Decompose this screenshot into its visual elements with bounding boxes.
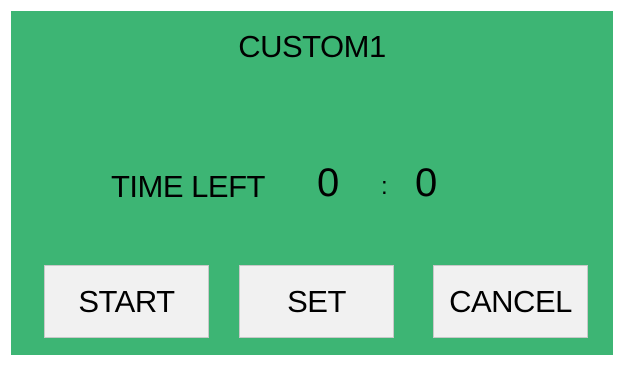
- timer-screen: CUSTOM1 TIME LEFT 0 : 0 START SET CANCEL: [11, 11, 613, 355]
- time-separator: :: [381, 173, 388, 200]
- minutes-value: 0: [317, 161, 340, 205]
- cancel-button[interactable]: CANCEL: [433, 265, 588, 338]
- start-button[interactable]: START: [44, 265, 209, 338]
- set-button[interactable]: SET: [239, 265, 394, 338]
- time-left-label: TIME LEFT: [111, 169, 265, 204]
- seconds-value: 0: [415, 161, 438, 205]
- screen-title: CUSTOM1: [238, 29, 386, 64]
